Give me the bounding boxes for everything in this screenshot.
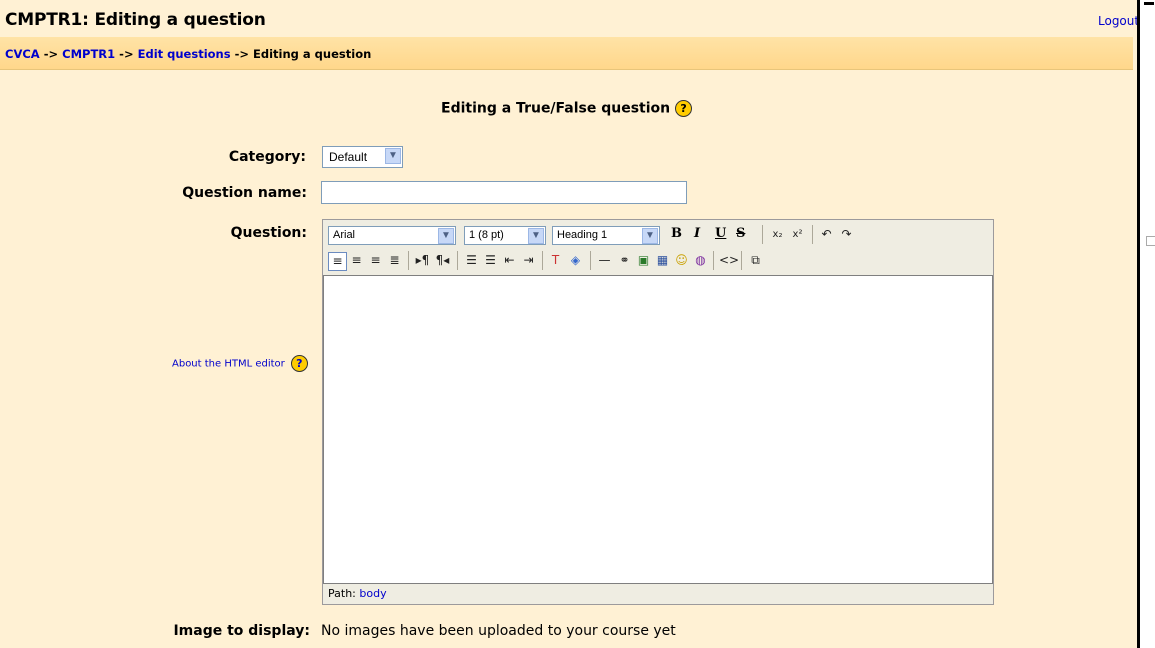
page: CMPTR1: Editing a question Logout CVCA -…: [0, 0, 1139, 648]
ordered-list-icon[interactable]: ☰: [463, 252, 480, 269]
editor-content-area[interactable]: [323, 275, 993, 584]
editor-toolbar-top: Arial ▼ 1 (8 pt) ▼ Heading 1 ▼ B I U S x₂ x…: [324, 221, 992, 247]
strikethrough-button[interactable]: S: [736, 226, 745, 241]
toolbar-separator: [741, 251, 742, 270]
table-icon[interactable]: ▦: [654, 252, 671, 269]
subscript-icon[interactable]: x₂: [769, 226, 786, 243]
vertical-scrollbar[interactable]: [1137, 0, 1155, 648]
chevron-down-icon[interactable]: ▼: [528, 228, 544, 244]
about-html-editor[interactable]: About the HTML editor?: [172, 355, 308, 372]
indent-icon[interactable]: ⇥: [520, 252, 537, 269]
chevron-down-icon[interactable]: ▼: [385, 148, 401, 164]
smiley-icon[interactable]: ☺: [673, 252, 690, 269]
image-to-display-label: Image to display:: [173, 623, 310, 639]
breadcrumb-cmptr1[interactable]: CMPTR1: [62, 47, 115, 61]
breadcrumb-sep: ->: [119, 47, 134, 61]
toolbar-separator: [457, 251, 458, 270]
breadcrumb-current: Editing a question: [253, 47, 372, 61]
breadcrumb-sep: ->: [234, 47, 250, 61]
toolbar-separator: [812, 225, 813, 244]
justify-icon[interactable]: ≣: [386, 252, 403, 269]
format-value: Heading 1: [557, 229, 608, 241]
scroll-up-marker: [1144, 2, 1154, 5]
format-select[interactable]: Heading 1 ▼: [552, 226, 660, 245]
logout-link[interactable]: Logout: [1098, 14, 1139, 28]
align-right-icon[interactable]: ≡: [367, 252, 384, 269]
outdent-icon[interactable]: ⇤: [501, 252, 518, 269]
align-center-icon[interactable]: ≡: [348, 252, 365, 269]
question-name-label: Question name:: [182, 185, 307, 201]
editor-toolbar-bottom: ≡ ≡ ≡ ≣ ▸¶ ¶◂ ☰ ☰ ⇤ ⇥ T ◈ — ⚭ ▣ ▦ ☺ ◍ <>…: [324, 247, 992, 273]
fullscreen-icon[interactable]: ⧉: [747, 252, 764, 269]
background-color-icon[interactable]: ◈: [567, 252, 584, 269]
path-label: Path:: [328, 587, 356, 600]
toolbar-separator: [590, 251, 591, 270]
category-value: Default: [329, 150, 368, 164]
toolbar-separator: [542, 251, 543, 270]
toolbar-separator: [408, 251, 409, 270]
path-body-link[interactable]: body: [359, 587, 386, 600]
redo-icon[interactable]: ↷: [838, 226, 855, 243]
link-icon[interactable]: ⚭: [616, 252, 633, 269]
chevron-down-icon[interactable]: ▼: [438, 228, 454, 244]
form-heading: Editing a True/False question ?: [441, 100, 693, 117]
font-select[interactable]: Arial ▼: [328, 226, 456, 245]
size-value: 1 (8 pt): [469, 229, 504, 241]
italic-button[interactable]: I: [694, 226, 700, 241]
question-name-input[interactable]: [321, 181, 687, 204]
toolbar-separator: [713, 251, 714, 270]
text-color-icon[interactable]: T: [547, 252, 564, 269]
font-value: Arial: [333, 229, 356, 241]
bold-button[interactable]: B: [671, 226, 682, 241]
horizontal-rule-icon[interactable]: —: [596, 252, 613, 269]
rtl-icon[interactable]: ¶◂: [434, 252, 451, 269]
breadcrumb-cvca[interactable]: CVCA: [5, 47, 40, 61]
image-icon[interactable]: ▣: [635, 252, 652, 269]
html-editor: Arial ▼ 1 (8 pt) ▼ Heading 1 ▼ B I U S x₂ x…: [322, 219, 994, 605]
question-label: Question:: [230, 225, 307, 241]
breadcrumb-sep: ->: [43, 47, 59, 61]
breadcrumb-edit-questions[interactable]: Edit questions: [138, 47, 231, 61]
align-left-icon[interactable]: ≡: [328, 252, 347, 271]
heading-text: Editing a True/False question: [441, 100, 671, 117]
breadcrumb: CVCA -> CMPTR1 -> Edit questions -> Edit…: [5, 47, 371, 61]
unordered-list-icon[interactable]: ☰: [482, 252, 499, 269]
underline-button[interactable]: U: [715, 226, 726, 241]
special-char-icon[interactable]: ◍: [692, 252, 709, 269]
superscript-icon[interactable]: x²: [789, 226, 806, 243]
chevron-down-icon[interactable]: ▼: [642, 228, 658, 244]
page-title: CMPTR1: Editing a question: [5, 10, 266, 30]
help-icon[interactable]: ?: [675, 100, 693, 117]
toolbar-separator: [762, 225, 763, 244]
editor-path: Path: body: [328, 587, 387, 600]
undo-icon[interactable]: ↶: [818, 226, 835, 243]
scroll-thumb[interactable]: [1146, 236, 1155, 246]
html-source-icon[interactable]: <>: [719, 252, 739, 269]
size-select[interactable]: 1 (8 pt) ▼: [464, 226, 546, 245]
help-icon[interactable]: ?: [290, 355, 308, 372]
image-to-display-value: No images have been uploaded to your cou…: [321, 623, 676, 639]
about-html-editor-link[interactable]: About the HTML editor: [172, 359, 285, 370]
category-select[interactable]: Default ▼: [322, 146, 403, 168]
ltr-icon[interactable]: ▸¶: [414, 252, 431, 269]
category-label: Category:: [228, 149, 306, 165]
